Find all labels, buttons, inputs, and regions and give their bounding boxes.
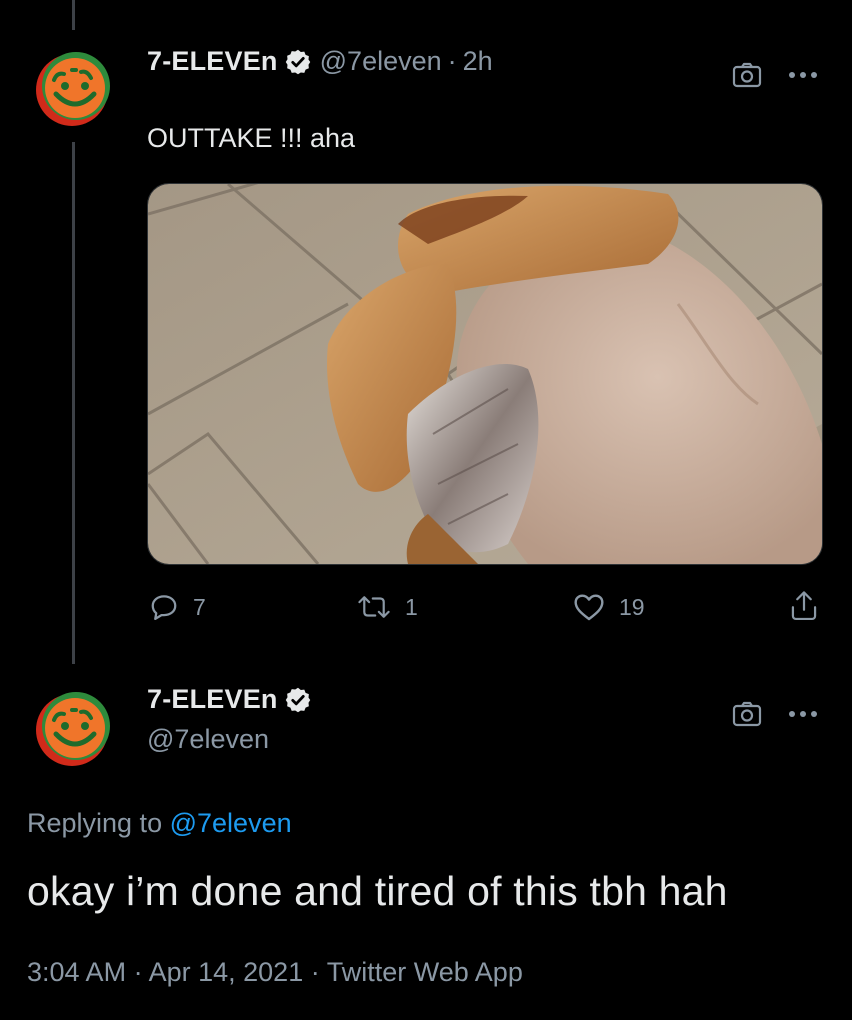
tweet-age[interactable]: 2h bbox=[463, 46, 493, 77]
display-name[interactable]: 7-ELEVEn bbox=[147, 684, 278, 715]
share-icon bbox=[789, 590, 819, 622]
retweet-icon bbox=[357, 592, 391, 622]
like-button[interactable]: 19 bbox=[573, 592, 645, 622]
separator: · bbox=[447, 46, 457, 76]
camera-icon[interactable] bbox=[732, 701, 762, 727]
tweet1-header-icons bbox=[732, 62, 818, 88]
tweet-text: OUTTAKE !!! aha bbox=[147, 123, 356, 153]
avatar[interactable] bbox=[32, 46, 116, 130]
tweet2-header-icons bbox=[732, 701, 818, 727]
thread-line-middle bbox=[72, 142, 75, 664]
like-count: 19 bbox=[619, 593, 645, 620]
share-button[interactable] bbox=[789, 590, 819, 622]
camera-icon[interactable] bbox=[732, 62, 762, 88]
verified-badge-icon bbox=[284, 48, 312, 76]
reply-button[interactable]: 7 bbox=[149, 592, 206, 622]
replying-to: Replying to @7eleven bbox=[27, 808, 292, 839]
handle[interactable]: @7eleven bbox=[147, 724, 269, 755]
handle[interactable]: @7eleven bbox=[320, 46, 442, 77]
like-icon bbox=[573, 592, 605, 622]
meta-separator: · bbox=[133, 957, 143, 987]
tweet-time[interactable]: 3:04 AM bbox=[27, 957, 126, 987]
reply-icon bbox=[149, 592, 179, 622]
display-name[interactable]: 7-ELEVEn bbox=[147, 46, 278, 77]
meta-separator: · bbox=[310, 957, 320, 987]
avatar[interactable] bbox=[32, 686, 116, 770]
replying-to-mention[interactable]: @7eleven bbox=[170, 808, 292, 838]
retweet-count: 1 bbox=[405, 593, 418, 620]
tweet-date[interactable]: Apr 14, 2021 bbox=[149, 957, 304, 987]
tweet-source[interactable]: Twitter Web App bbox=[327, 957, 523, 987]
tweet2-author-row: 7-ELEVEn bbox=[147, 684, 312, 715]
replying-to-label: Replying to bbox=[27, 808, 163, 838]
retweet-button[interactable]: 1 bbox=[357, 592, 418, 622]
thread-line-top bbox=[72, 0, 75, 30]
more-icon[interactable] bbox=[788, 71, 818, 79]
tweet1-author-row: 7-ELEVEn @7eleven · 2h bbox=[147, 46, 493, 77]
tweet-photo[interactable] bbox=[147, 183, 823, 565]
reply-count: 7 bbox=[193, 593, 206, 620]
more-icon[interactable] bbox=[788, 710, 818, 718]
tweet-meta: 3:04 AM · Apr 14, 2021 · Twitter Web App bbox=[27, 957, 523, 988]
verified-badge-icon bbox=[284, 686, 312, 714]
tweet-text: okay i’m done and tired of this tbh hah bbox=[27, 868, 728, 914]
